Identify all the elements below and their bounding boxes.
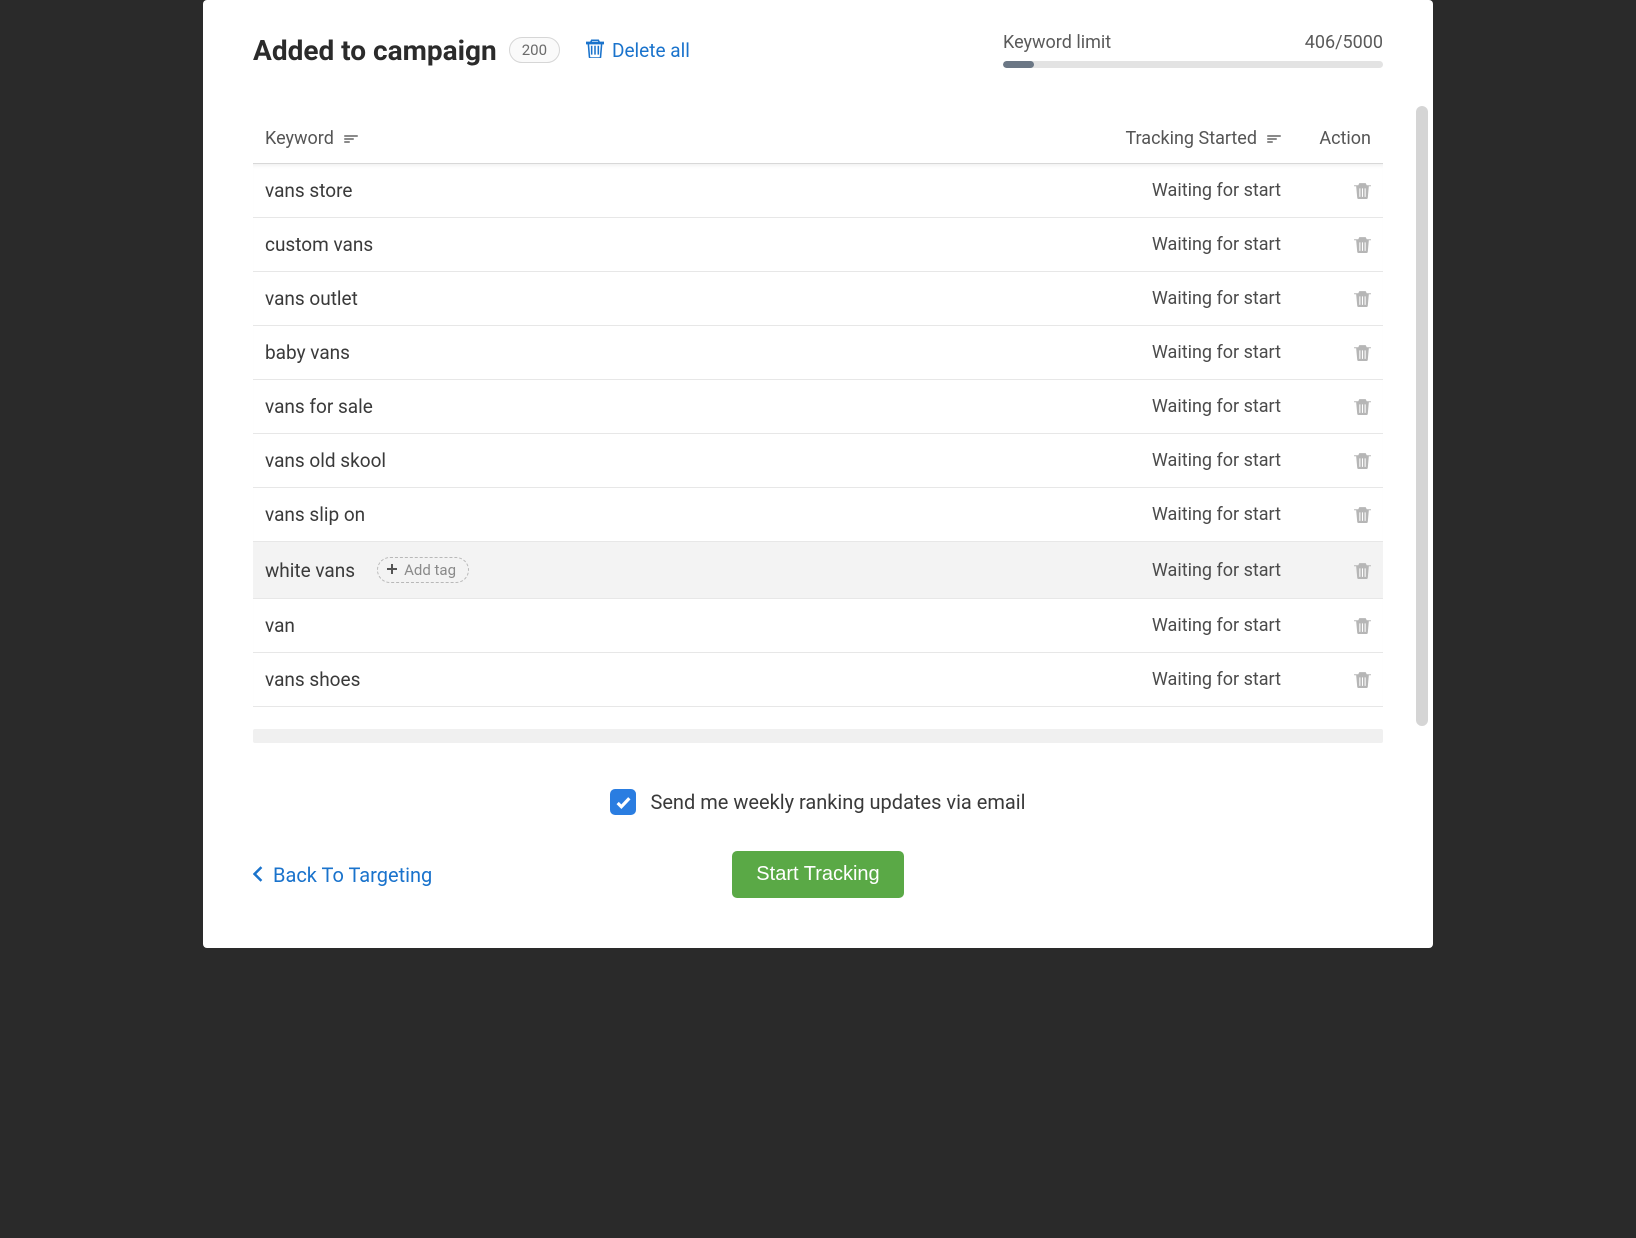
campaign-modal: Added to campaign 200 Delete all Keyword…	[203, 0, 1433, 948]
keyword-cell: vans old skool	[265, 449, 386, 472]
keyword-cell: van	[265, 614, 295, 637]
delete-row-button[interactable]	[1354, 561, 1371, 580]
scrollbar-thumb[interactable]	[1416, 106, 1428, 726]
tracking-status: Waiting for start	[1152, 450, 1281, 471]
add-tag-label: Add tag	[404, 561, 456, 579]
tracking-status: Waiting for start	[1152, 396, 1281, 417]
delete-row-button[interactable]	[1354, 235, 1371, 254]
sort-icon[interactable]	[1267, 135, 1281, 143]
keyword-cell: baby vans	[265, 341, 350, 364]
scrollbar[interactable]	[1416, 100, 1428, 740]
table-row[interactable]: vans outletAdd tagWaiting for start	[253, 272, 1383, 326]
keyword-limit-bar	[1003, 61, 1383, 68]
table-row[interactable]: white vans Add tag Waiting for start	[253, 542, 1383, 599]
tracking-status: Waiting for start	[1152, 180, 1281, 201]
keyword-cell: vans store	[265, 179, 352, 202]
tracking-status: Waiting for start	[1152, 504, 1281, 525]
column-tracking[interactable]: Tracking Started	[1125, 128, 1257, 149]
delete-row-button[interactable]	[1354, 670, 1371, 689]
tracking-status: Waiting for start	[1152, 288, 1281, 309]
tracking-status: Waiting for start	[1152, 234, 1281, 255]
table-row[interactable]: vans for saleAdd tagWaiting for start	[253, 380, 1383, 434]
delete-all-label: Delete all	[612, 39, 690, 62]
keyword-cell: vans shoes	[265, 668, 360, 691]
tracking-status: Waiting for start	[1152, 615, 1281, 636]
trash-icon	[586, 38, 604, 63]
delete-row-button[interactable]	[1354, 343, 1371, 362]
delete-row-button[interactable]	[1354, 181, 1371, 200]
footer-bottom: Back To Targeting Start Tracking	[253, 851, 1383, 898]
header-right: Keyword limit 406/5000	[1003, 32, 1383, 68]
header: Added to campaign 200 Delete all Keyword…	[253, 32, 1383, 68]
tracking-status: Waiting for start	[1152, 669, 1281, 690]
table-row[interactable]: vans shoesAdd tagWaiting for start	[253, 653, 1383, 707]
table-body: vans storeAdd tagWaiting for startcustom…	[253, 163, 1383, 707]
back-to-targeting-link[interactable]: Back To Targeting	[253, 863, 432, 887]
plus-icon	[386, 561, 398, 579]
start-tracking-button[interactable]: Start Tracking	[732, 851, 903, 898]
delete-row-button[interactable]	[1354, 397, 1371, 416]
table-row[interactable]: custom vansAdd tagWaiting for start	[253, 218, 1383, 272]
keyword-cell: vans outlet	[265, 287, 358, 310]
table-row[interactable]: baby vansAdd tagWaiting for start	[253, 326, 1383, 380]
page-title: Added to campaign	[253, 34, 497, 67]
table-header: Keyword Tracking Started Action	[253, 128, 1383, 163]
count-badge: 200	[509, 37, 560, 63]
delete-row-button[interactable]	[1354, 451, 1371, 470]
table-row[interactable]: vans slip onAdd tagWaiting for start	[253, 488, 1383, 542]
weekly-updates-label: Send me weekly ranking updates via email	[650, 790, 1025, 814]
delete-row-button[interactable]	[1354, 616, 1371, 635]
tracking-status: Waiting for start	[1152, 560, 1281, 581]
tracking-status: Waiting for start	[1152, 342, 1281, 363]
footer-mid: Send me weekly ranking updates via email	[253, 789, 1383, 815]
keyword-cell: white vans	[265, 559, 355, 582]
keyword-cell: custom vans	[265, 233, 373, 256]
table-end-strip	[253, 729, 1383, 743]
keyword-cell: vans for sale	[265, 395, 373, 418]
chevron-left-icon	[253, 863, 263, 887]
keyword-limit-label: Keyword limit	[1003, 32, 1111, 53]
add-tag-button[interactable]: Add tag	[377, 557, 469, 583]
delete-row-button[interactable]	[1354, 289, 1371, 308]
column-keyword[interactable]: Keyword	[265, 128, 334, 149]
table-row[interactable]: vanAdd tagWaiting for start	[253, 599, 1383, 653]
keyword-limit-fill	[1003, 61, 1034, 68]
sort-icon[interactable]	[344, 135, 358, 143]
delete-row-button[interactable]	[1354, 505, 1371, 524]
delete-all-link[interactable]: Delete all	[586, 38, 690, 63]
keyword-limit-value: 406/5000	[1305, 32, 1383, 53]
table-row[interactable]: vans storeAdd tagWaiting for start	[253, 164, 1383, 218]
back-label: Back To Targeting	[273, 863, 432, 887]
keyword-cell: vans slip on	[265, 503, 365, 526]
header-left: Added to campaign 200 Delete all	[253, 34, 690, 67]
weekly-updates-checkbox[interactable]	[610, 789, 636, 815]
table-row[interactable]: vans old skoolAdd tagWaiting for start	[253, 434, 1383, 488]
column-action: Action	[1319, 128, 1371, 149]
